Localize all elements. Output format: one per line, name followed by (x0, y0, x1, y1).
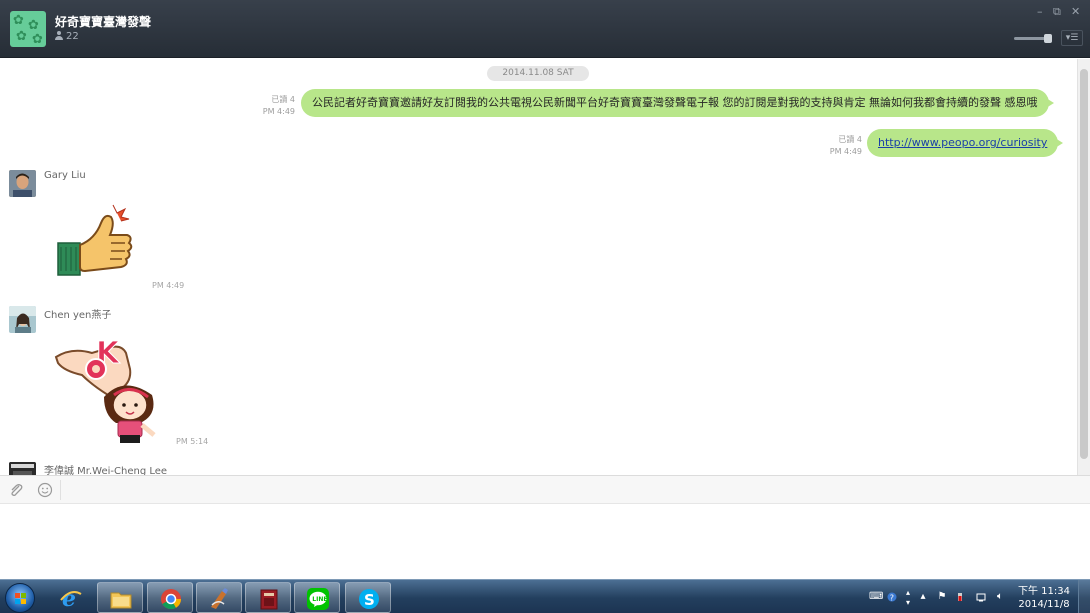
start-button[interactable] (5, 583, 35, 613)
outgoing-link-bubble: http://www.peopo.org/curiosity (867, 129, 1064, 157)
zoom-slider-knob[interactable] (1044, 34, 1052, 43)
message-list[interactable]: 2014.11.08 SAT 已讀 4 PM 4:49 公民記者好奇寶寶邀請好友… (0, 59, 1077, 475)
message-input[interactable] (0, 504, 1090, 579)
composer-toolbar (0, 475, 1090, 504)
chat-header: ✿ ✿ ✿ ✿ 好奇寶寶臺灣發聲 22 – ⧉ ✕ ▾☰ (0, 0, 1090, 58)
clock-time: 下午 11:34 (1018, 586, 1070, 597)
member-count: 22 (66, 31, 79, 42)
volume-icon[interactable]: 🔈︎ (995, 592, 1005, 602)
avatar[interactable] (9, 462, 36, 475)
line-chat-window: ✿ ✿ ✿ ✿ 好奇寶寶臺灣發聲 22 – ⧉ ✕ ▾☰ 2014.11.08 SA… (0, 0, 1090, 613)
scrollbar-thumb[interactable] (1080, 69, 1088, 459)
outgoing-message-bubble[interactable]: 公民記者好奇寶寶邀請好友訂閱我的公共電視公民新聞平台好奇寶寶臺灣發聲電子報 您的… (301, 89, 1053, 117)
close-icon[interactable]: ✕ (1071, 6, 1080, 18)
svg-text:LINE: LINE (312, 596, 327, 603)
message-time: PM 4:49 (152, 281, 185, 290)
message-time: PM 4:49 (262, 107, 295, 116)
message-link[interactable]: http://www.peopo.org/curiosity (878, 136, 1047, 149)
clock-date: 2014/11/8 (1018, 599, 1070, 610)
paint-icon (211, 588, 228, 609)
menu-icon[interactable]: ▾☰ (1061, 30, 1083, 46)
svg-text:S: S (364, 591, 375, 609)
avatar[interactable] (9, 170, 36, 197)
taskbar-skype-app[interactable]: S (345, 582, 391, 613)
thumbs-up-sticker[interactable] (55, 201, 135, 281)
power-icon[interactable] (955, 592, 965, 602)
zoom-slider[interactable] (1014, 34, 1052, 43)
taskbar-chrome[interactable] (147, 582, 193, 613)
svg-text:?: ? (890, 594, 894, 603)
attach-icon[interactable] (8, 482, 24, 498)
show-hidden-icons[interactable]: ▴ (918, 592, 928, 602)
ok-girl-sticker[interactable]: K (52, 335, 164, 445)
restore-icon[interactable]: ⧉ (1053, 6, 1061, 18)
date-divider: 2014.11.08 SAT (487, 66, 589, 81)
taskbar-paint-app[interactable] (196, 582, 242, 613)
avatar[interactable] (9, 306, 36, 333)
taskbar-line-app[interactable]: LINE (294, 582, 340, 613)
show-desktop-button[interactable] (1078, 580, 1090, 613)
chat-scrollbar[interactable] (1077, 59, 1090, 475)
read-receipt: 已讀 4 (271, 95, 295, 104)
windows-logo-icon (15, 593, 26, 604)
line-icon: LINE (307, 588, 329, 610)
keyboard-icon[interactable]: ⌨ (869, 592, 883, 602)
skype-icon: S (359, 589, 379, 609)
message-meta: 已讀 4 PM 4:49 (248, 94, 295, 118)
read-receipt: 已讀 4 (838, 135, 862, 144)
internet-explorer-icon: e (60, 586, 82, 610)
help-icon[interactable]: ? (887, 592, 897, 603)
toolbar-divider (60, 480, 61, 500)
message-text: 公民記者好奇寶寶邀請好友訂閱我的公共電視公民新聞平台好奇寶寶臺灣發聲電子報 您的… (312, 96, 1038, 109)
sender-name: Gary Liu (44, 170, 86, 181)
network-icon[interactable] (976, 592, 986, 602)
group-name: 好奇寶寶臺灣發聲 (55, 15, 152, 29)
message-time: PM 5:14 (176, 437, 209, 446)
taskbar-internet-explorer[interactable]: e (48, 582, 94, 613)
member-count-row[interactable]: 22 (55, 31, 79, 42)
sender-name: 李偉誠 Mr.Wei-Cheng Lee (44, 466, 168, 475)
windows-taskbar: e LINE S ⌨ ? ▴ ▾ ▴ ⚑ 🔈︎ 下午 11:34 2014/11… (0, 579, 1090, 613)
sender-name: Chen yen燕子 (44, 310, 112, 321)
taskbar-archive-app[interactable] (245, 582, 291, 613)
group-avatar[interactable]: ✿ ✿ ✿ ✿ (10, 11, 46, 47)
person-icon (55, 31, 63, 40)
tray-arrows-icon[interactable]: ▴ ▾ (903, 588, 913, 607)
folder-icon (110, 592, 132, 609)
archive-icon (260, 589, 278, 610)
message-time: PM 4:49 (829, 147, 862, 156)
taskbar-clock[interactable]: 下午 11:34 2014/11/8 (1014, 585, 1074, 611)
minimize-icon[interactable]: – (1037, 6, 1043, 18)
message-meta: 已讀 4 PM 4:49 (815, 134, 862, 158)
flag-icon[interactable]: ⚑ (937, 592, 947, 602)
taskbar-file-explorer[interactable] (97, 582, 143, 613)
emoji-icon[interactable] (37, 482, 53, 498)
chrome-icon (161, 589, 182, 610)
